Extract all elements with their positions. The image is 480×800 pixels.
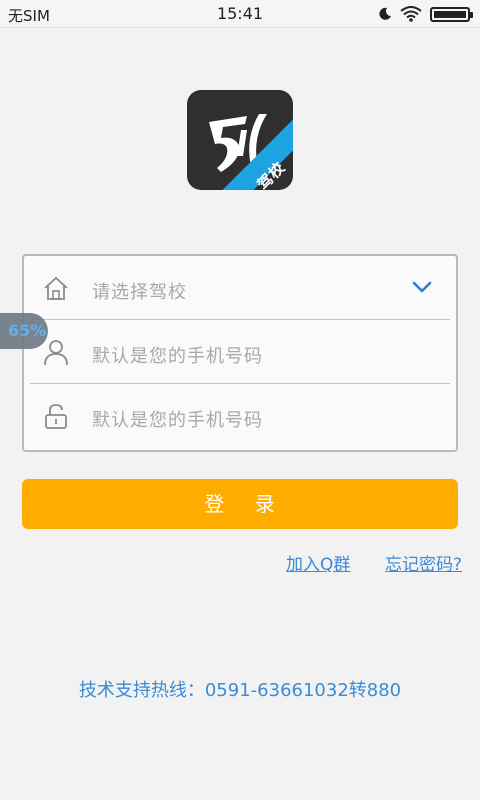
forgot-password-link[interactable]: 忘记密码?	[385, 550, 462, 575]
password-field[interactable]: 默认是您的手机号码	[24, 384, 456, 448]
floating-badge[interactable]: 65%	[0, 313, 48, 349]
username-field[interactable]: 默认是您的手机号码	[24, 320, 456, 384]
user-icon	[44, 340, 68, 366]
password-placeholder: 默认是您的手机号码	[92, 410, 263, 431]
battery-icon	[430, 6, 473, 22]
chevron-down-icon[interactable]	[412, 280, 432, 294]
school-select[interactable]: 请选择驾校	[24, 256, 456, 320]
join-group-link[interactable]: 加入Q群	[286, 550, 350, 575]
status-icons	[378, 6, 473, 22]
app-logo: 驾校	[187, 90, 293, 190]
support-hotline: 技术支持热线：0591-63661032转880	[78, 680, 402, 701]
login-form: 请选择驾校 默认是您的手机号码 默认是您的手机号码	[22, 254, 458, 452]
floating-badge-label: 65%	[8, 321, 47, 340]
login-button[interactable]: 登 录	[22, 479, 458, 529]
username-placeholder: 默认是您的手机号码	[92, 346, 263, 367]
login-button-label: 登 录	[204, 492, 276, 516]
home-icon	[44, 276, 68, 300]
lock-icon	[45, 404, 67, 429]
wifi-icon	[400, 6, 422, 22]
do-not-disturb-icon	[379, 7, 391, 20]
login-screen: 无SIM 15:41 驾校 请选择驾校 默认是您的手机号码 默认是您的手机号码 …	[0, 0, 480, 800]
status-bar: 无SIM 15:41	[0, 0, 480, 28]
school-select-placeholder: 请选择驾校	[92, 282, 187, 303]
